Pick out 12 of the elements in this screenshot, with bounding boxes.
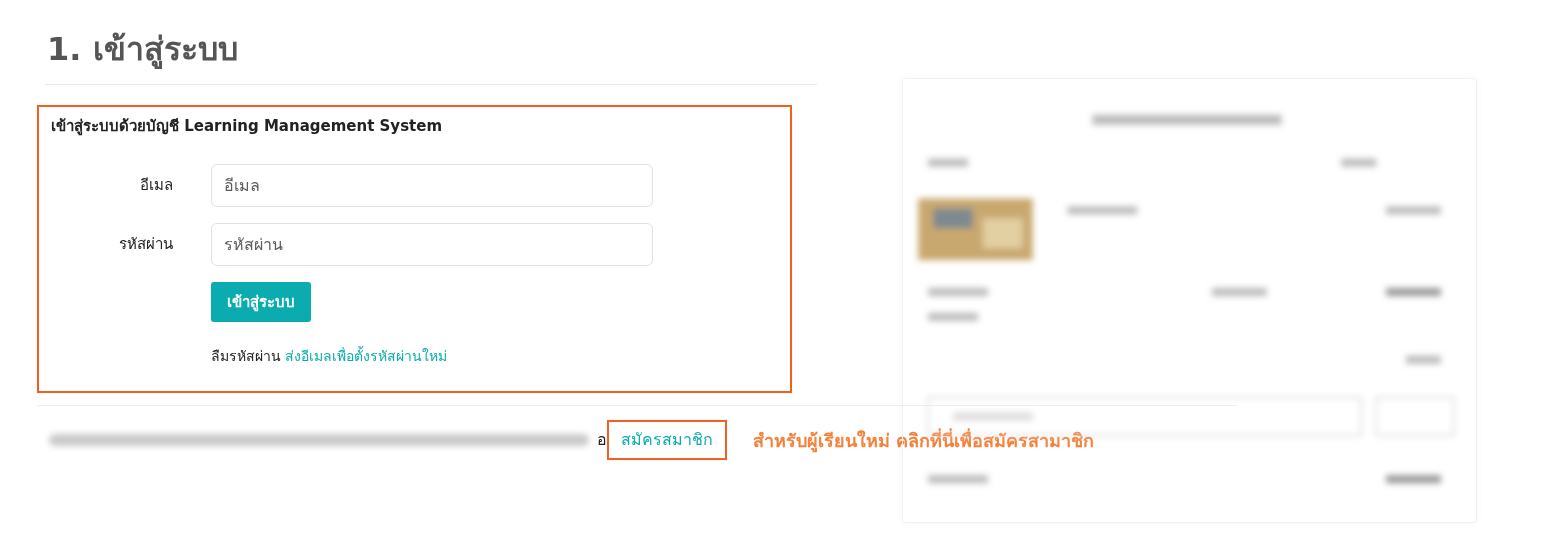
register-link[interactable]: สมัครสมาชิก [607, 420, 727, 460]
field-label: อีเมล [139, 174, 174, 196]
reset-password-link[interactable]: ส่งอีเมลเพื่อตั้งรหัสผ่านใหม่ [285, 348, 448, 364]
text-field[interactable]: รหัสผ่าน [211, 222, 653, 266]
forgot-password-text: ลืมรหัสผ่าน [211, 348, 281, 364]
text-fragment: อ [597, 429, 607, 451]
login-button[interactable]: เข้าสู่ระบบ [211, 281, 311, 322]
annotation-text: สำหรับผู้เรียนใหม่ คลิกที่นี่เพื่อสมัครสามาชิก [753, 427, 1095, 454]
page-heading: 1. เข้าสู่ระบบ [47, 30, 239, 71]
form-title: เข้าสู่ระบบด้วยบัญชี Learning Management System [51, 116, 444, 138]
text-field[interactable]: อีเมล [211, 163, 653, 207]
field-label: รหัสผ่าน [118, 233, 174, 255]
